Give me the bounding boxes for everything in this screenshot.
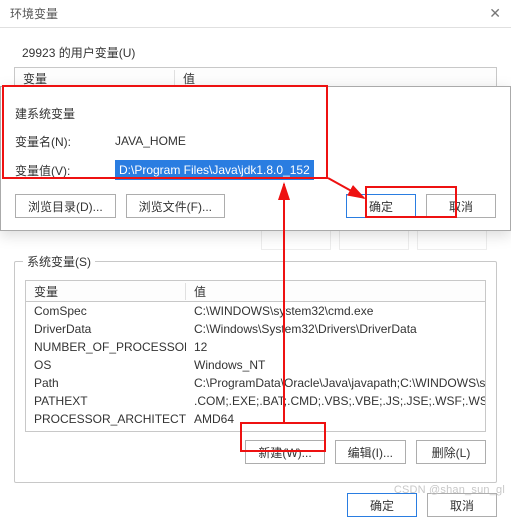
var-name-cell: ComSpec (26, 304, 186, 318)
var-value-cell: 12 (186, 340, 485, 354)
table-row[interactable]: PROCESSOR_ARCHITECTUREAMD64 (26, 410, 485, 428)
var-value-selected[interactable]: D:\Program Files\Java\jdk1.8.0_152 (115, 160, 314, 180)
var-name-label: 变量名(N): (15, 133, 115, 150)
var-value-field[interactable]: D:\Program Files\Java\jdk1.8.0_152 (115, 160, 496, 180)
ok-button[interactable]: 确定 (347, 493, 417, 517)
col-var-header: 变量 (15, 70, 175, 87)
var-name-cell: PATHEXT (26, 394, 186, 408)
browse-dir-button[interactable]: 浏览目录(D)... (15, 194, 116, 218)
modal-button-row: 浏览目录(D)... 浏览文件(F)... 确定 取消 (15, 194, 496, 218)
dialog-title: 环境变量 (10, 5, 58, 22)
var-name-row: 变量名(N): JAVA_HOME (15, 132, 496, 150)
var-name-cell: NUMBER_OF_PROCESSORS (26, 340, 186, 354)
new-button[interactable]: 新建(W)... (245, 440, 324, 464)
system-vars-label: 系统变量(S) (23, 253, 95, 270)
var-value-cell: .COM;.EXE;.BAT;.CMD;.VBS;.VBE;.JS;.JSE;.… (186, 394, 485, 408)
var-name-cell: OS (26, 358, 186, 372)
sysvars-header: 变量 值 (25, 280, 486, 302)
table-row[interactable]: DriverDataC:\Windows\System32\Drivers\Dr… (26, 320, 485, 338)
table-row[interactable]: OSWindows_NT (26, 356, 485, 374)
close-icon[interactable]: ✕ (489, 5, 501, 22)
sysvars-button-row: 新建(W)... 编辑(I)... 删除(L) (25, 440, 486, 464)
dialog-titlebar: 环境变量 ✕ (0, 0, 511, 28)
var-value-cell: C:\Windows\System32\Drivers\DriverData (186, 322, 485, 336)
var-value-cell: Windows_NT (186, 358, 485, 372)
table-row[interactable]: PathC:\ProgramData\Oracle\Java\javapath;… (26, 374, 485, 392)
var-name-cell: PROCESSOR_ARCHITECTURE (26, 412, 186, 426)
edit-button[interactable]: 编辑(I)... (335, 440, 406, 464)
col-var-header: 变量 (26, 283, 186, 300)
var-value-label: 变量值(V): (15, 162, 115, 179)
user-vars-label: 29923 的用户变量(U) (22, 44, 495, 61)
sysvars-table[interactable]: ComSpecC:\WINDOWS\system32\cmd.exeDriver… (25, 302, 486, 432)
modal-ok-button[interactable]: 确定 (346, 194, 416, 218)
table-row[interactable]: ComSpecC:\WINDOWS\system32\cmd.exe (26, 302, 485, 320)
browse-file-button[interactable]: 浏览文件(F)... (126, 194, 225, 218)
var-value-row: 变量值(V): D:\Program Files\Java\jdk1.8.0_1… (15, 160, 496, 180)
var-value-cell: AMD64 (186, 412, 485, 426)
col-val-header: 值 (175, 70, 496, 87)
var-value-cell: C:\ProgramData\Oracle\Java\javapath;C:\W… (186, 376, 485, 390)
system-vars-section: 系统变量(S) 变量 值 ComSpecC:\WINDOWS\system32\… (14, 261, 497, 483)
var-name-cell: DriverData (26, 322, 186, 336)
watermark: CSDN @shan_sun_gl (394, 484, 505, 496)
modal-cancel-button[interactable]: 取消 (426, 194, 496, 218)
col-val-header: 值 (186, 283, 485, 300)
new-sysvar-dialog: 建系统变量 变量名(N): JAVA_HOME 变量值(V): D:\Progr… (0, 86, 511, 231)
delete-button[interactable]: 删除(L) (416, 440, 486, 464)
modal-title: 建系统变量 (15, 105, 496, 122)
var-value-cell: C:\WINDOWS\system32\cmd.exe (186, 304, 485, 318)
var-name-value[interactable]: JAVA_HOME (115, 132, 496, 150)
main-dialog: 29923 的用户变量(U) 变量 值 (0, 28, 511, 89)
var-name-cell: Path (26, 376, 186, 390)
table-row[interactable]: PATHEXT.COM;.EXE;.BAT;.CMD;.VBS;.VBE;.JS… (26, 392, 485, 410)
table-row[interactable]: NUMBER_OF_PROCESSORS12 (26, 338, 485, 356)
cancel-button[interactable]: 取消 (427, 493, 497, 517)
